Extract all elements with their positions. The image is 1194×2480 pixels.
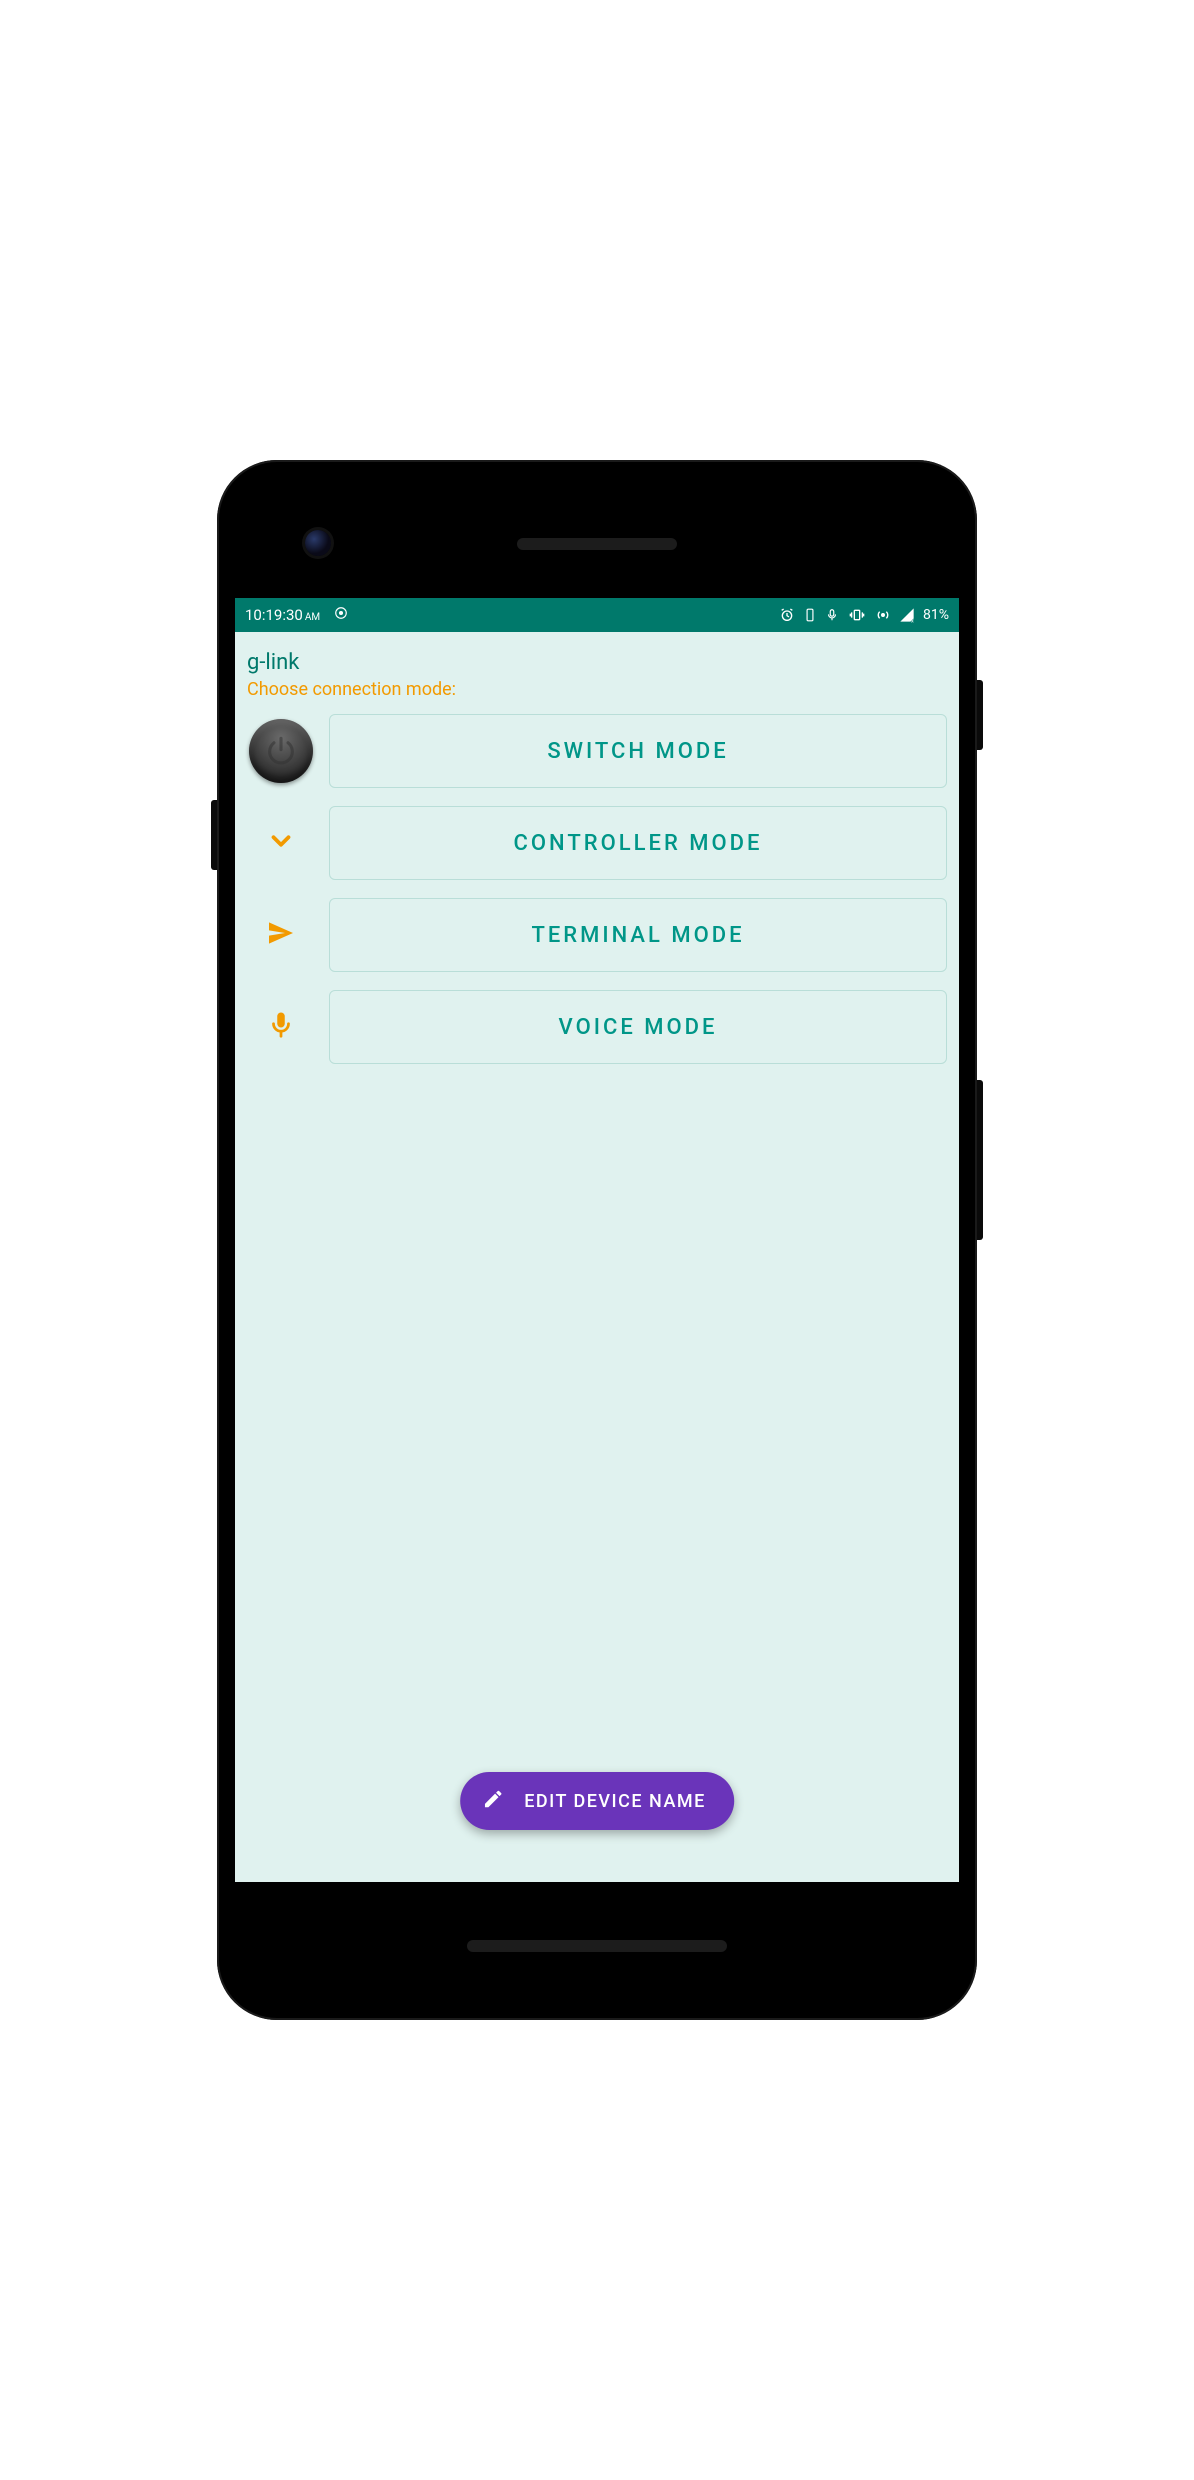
screen: 10:19:30AM — [235, 598, 959, 1882]
hotspot-icon — [875, 607, 891, 623]
status-left: 10:19:30AM — [245, 606, 348, 624]
speaker-grille — [467, 1940, 727, 1952]
signal-icon: x — [899, 607, 915, 623]
mode-row-terminal: TERMINAL MODE — [247, 898, 947, 972]
status-bar: 10:19:30AM — [235, 598, 959, 632]
voice-mode-button[interactable]: VOICE MODE — [329, 990, 947, 1064]
status-time-value: 10:19:30 — [245, 606, 303, 624]
mic-icon — [266, 1008, 296, 1046]
side-button — [977, 1080, 983, 1240]
mode-row-switch: SWITCH MODE — [247, 714, 947, 788]
bottom-bezel — [235, 1882, 959, 2002]
icon-slot — [247, 719, 315, 783]
icon-slot — [247, 917, 315, 953]
icon-slot — [247, 826, 315, 860]
fab-label: EDIT DEVICE NAME — [524, 1791, 706, 1812]
alarm-icon — [779, 607, 795, 623]
status-time-ampm: AM — [305, 612, 320, 623]
status-time: 10:19:30AM — [245, 606, 320, 624]
side-button — [977, 680, 983, 750]
terminal-mode-button[interactable]: TERMINAL MODE — [329, 898, 947, 972]
icon-slot — [247, 1008, 315, 1046]
edit-device-name-button[interactable]: EDIT DEVICE NAME — [460, 1772, 734, 1830]
battery-percentage: 81% — [923, 607, 949, 623]
switch-mode-button[interactable]: SWITCH MODE — [329, 714, 947, 788]
pencil-icon — [482, 1788, 504, 1815]
vibrate-icon — [847, 607, 867, 623]
power-button[interactable] — [249, 719, 313, 783]
front-camera — [305, 530, 331, 556]
mode-row-controller: CONTROLLER MODE — [247, 806, 947, 880]
phone-icon — [803, 607, 817, 623]
controller-mode-button[interactable]: CONTROLLER MODE — [329, 806, 947, 880]
app-title: g-link — [247, 650, 947, 675]
record-icon — [334, 606, 348, 620]
status-right: x 81% — [779, 607, 949, 623]
mic-status-icon — [825, 607, 839, 623]
power-icon — [264, 734, 298, 768]
mode-row-voice: VOICE MODE — [247, 990, 947, 1064]
subtitle: Choose connection mode: — [247, 679, 947, 700]
content: g-link Choose connection mode: SWITCH MO… — [235, 632, 959, 1882]
top-bezel — [235, 478, 959, 598]
speaker-grille — [517, 538, 677, 550]
chevron-down-icon — [266, 826, 296, 860]
svg-text:x: x — [911, 618, 914, 623]
send-icon — [265, 917, 297, 953]
phone-frame: 10:19:30AM — [217, 460, 977, 2020]
side-button — [211, 800, 217, 870]
phone-bezel: 10:19:30AM — [235, 478, 959, 2002]
